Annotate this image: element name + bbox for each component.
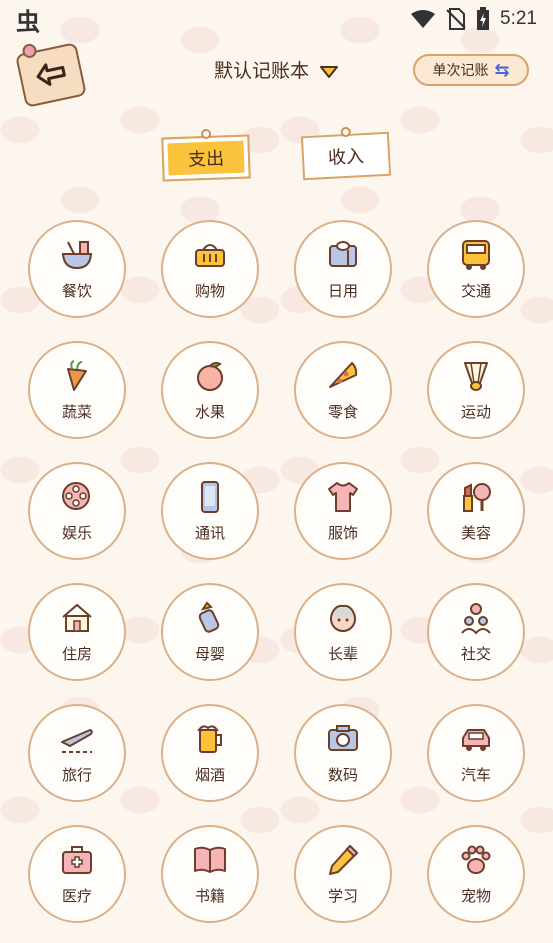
category-label: 数码 (327, 765, 358, 784)
category-travel[interactable]: 旅行 (28, 704, 126, 802)
category-label: 日用 (327, 281, 358, 300)
tab-income-label: 收入 (327, 146, 365, 169)
category-study[interactable]: 学习 (294, 825, 392, 923)
status-time: 5:21 (500, 8, 537, 29)
shuttlecock-icon (464, 361, 488, 391)
category-transport[interactable]: 交通 (427, 220, 525, 318)
category-label: 医疗 (61, 886, 92, 905)
category-snacks[interactable]: 零食 (294, 341, 392, 439)
category-grid: 餐饮 购物 日用 交通 蔬菜 水果 零食 运动 娱乐 通讯 服饰 美容 住房 母… (28, 220, 526, 923)
category-label: 社交 (460, 644, 491, 663)
category-label: 水果 (194, 402, 225, 421)
category-label: 烟酒 (194, 765, 225, 784)
category-medical[interactable]: 医疗 (28, 825, 126, 923)
category-digital[interactable]: 数码 (294, 704, 392, 802)
basket-icon (195, 243, 225, 267)
category-label: 长辈 (327, 644, 358, 663)
category-clothing[interactable]: 服饰 (294, 462, 392, 560)
chevron-down-icon (320, 65, 339, 78)
category-label: 餐饮 (61, 281, 92, 300)
category-label: 旅行 (61, 765, 92, 784)
tab-expense[interactable]: 支出 (161, 128, 251, 182)
category-label: 学习 (327, 886, 358, 905)
category-label: 零食 (327, 402, 358, 421)
single-entry-label: 单次记账 (432, 63, 489, 79)
category-communication[interactable]: 通讯 (161, 462, 259, 560)
pizza-icon (329, 361, 358, 388)
category-daily[interactable]: 日用 (294, 220, 392, 318)
lipstick-icon (463, 482, 491, 512)
category-entertainment[interactable]: 娱乐 (28, 462, 126, 560)
pencil-icon (329, 844, 359, 875)
battery-icon (477, 7, 490, 30)
category-pets[interactable]: 宠物 (427, 825, 525, 923)
shirt-icon (328, 481, 358, 512)
category-label: 运动 (460, 402, 491, 421)
no-sim-icon (446, 8, 466, 30)
book-icon (194, 846, 226, 873)
category-baby[interactable]: 母婴 (161, 583, 259, 681)
swap-icon: ⇆ (494, 59, 510, 81)
category-books[interactable]: 书籍 (161, 825, 259, 923)
house-icon (62, 603, 92, 632)
app-notification-icon: 虫 (16, 7, 40, 36)
people-icon (461, 602, 491, 635)
category-car[interactable]: 汽车 (427, 704, 525, 802)
category-food[interactable]: 餐饮 (28, 220, 126, 318)
single-entry-toggle[interactable]: 单次记账 ⇆ (413, 54, 529, 86)
category-label: 住房 (61, 644, 92, 663)
category-social[interactable]: 社交 (427, 583, 525, 681)
category-label: 服饰 (327, 523, 358, 542)
phone-icon (201, 480, 219, 513)
tab-expense-label: 支出 (187, 148, 225, 171)
grandma-icon (330, 604, 356, 632)
category-label: 娱乐 (61, 523, 92, 542)
status-bar: 虫 5:21 (0, 0, 553, 38)
category-beauty[interactable]: 美容 (427, 462, 525, 560)
category-label: 母婴 (194, 644, 225, 663)
peach-icon (197, 361, 223, 391)
bowl-icon (61, 240, 93, 269)
category-label: 交通 (460, 281, 491, 300)
category-label: 书籍 (194, 886, 225, 905)
category-label: 购物 (194, 281, 225, 300)
category-label: 通讯 (194, 523, 225, 542)
paw-icon (461, 845, 491, 874)
tissue-icon (329, 240, 357, 267)
category-label: 宠物 (460, 886, 491, 905)
pin-decoration (200, 128, 212, 140)
film-reel-icon (62, 481, 90, 510)
category-label: 蔬菜 (61, 402, 92, 421)
category-label: 美容 (460, 523, 491, 542)
wifi-icon (411, 10, 436, 28)
category-shopping[interactable]: 购物 (161, 220, 259, 318)
camera-icon (328, 724, 358, 751)
category-alcohol-tobacco[interactable]: 烟酒 (161, 704, 259, 802)
car-icon (462, 728, 490, 751)
category-vegetables[interactable]: 蔬菜 (28, 341, 126, 439)
category-housing[interactable]: 住房 (28, 583, 126, 681)
tab-income[interactable]: 收入 (300, 126, 392, 181)
category-elders[interactable]: 长辈 (294, 583, 392, 681)
pin-decoration (340, 126, 351, 138)
header: 默认记账本 单次记账 ⇆ (0, 38, 553, 108)
category-sports[interactable]: 运动 (427, 341, 525, 439)
bus-icon (462, 239, 490, 270)
type-tabs: 支出 收入 (0, 126, 553, 188)
airplane-icon (61, 728, 93, 753)
medkit-icon (62, 845, 92, 874)
category-fruit[interactable]: 水果 (161, 341, 259, 439)
baby-bottle-icon (198, 600, 220, 633)
page-title: 默认记账本 (213, 60, 309, 82)
beer-icon (197, 724, 222, 753)
category-label: 汽车 (460, 765, 491, 784)
carrot-icon (67, 359, 87, 391)
